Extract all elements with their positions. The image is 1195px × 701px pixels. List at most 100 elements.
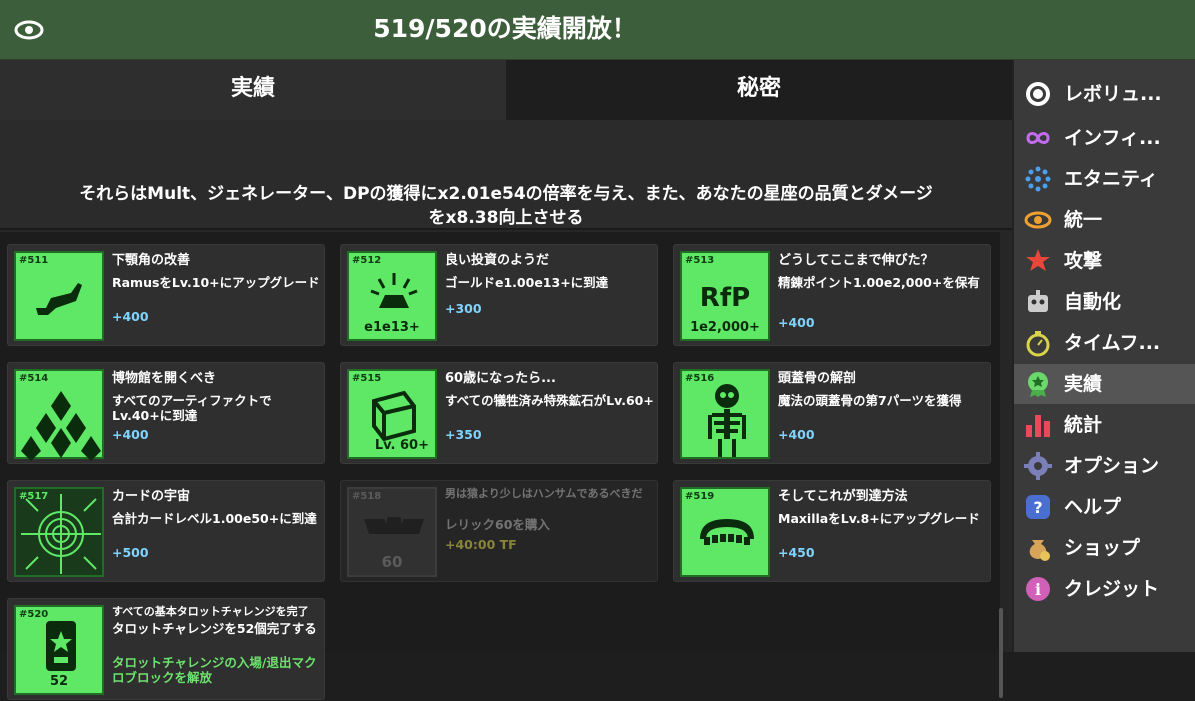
- achievement-card-518[interactable]: #518 60 男は猿より少しはハンサムであるべきだ レリック60を購入 +40…: [340, 480, 658, 582]
- achievement-card-517[interactable]: #517 カードの宇宙 合計カードレベル1.00e50+に到達 +500: [7, 480, 325, 582]
- card-reward: +350: [445, 427, 482, 442]
- sidebar-item-label: レボリュ...: [1064, 83, 1162, 105]
- achievement-card-520[interactable]: #520 52 すべての基本タロットチャレンジを完了 タロットチャレンジを52個…: [7, 598, 325, 700]
- achievement-card-511[interactable]: #511 下顎角の改善 RamusをLv.10+にアップグレード +400: [7, 244, 325, 346]
- card-reward: +300: [445, 301, 482, 316]
- main-panel: 実績 秘密 それらはMult、ジェネレーター、DPの獲得にx2.01e54の倍率…: [0, 60, 1012, 700]
- sidebar-item-unification[interactable]: 統一: [1014, 200, 1195, 240]
- sidebar-item-revolution[interactable]: レボリュ...: [1014, 74, 1195, 114]
- card-title: 良い投資のようだ: [445, 253, 550, 268]
- medal-icon: [1028, 372, 1048, 397]
- dots-ring-icon: [1025, 166, 1051, 192]
- card-description: 魔法の頭蓋骨の第7パーツを獲得: [778, 393, 962, 408]
- description-line-2: をx8.38向上させる: [428, 208, 584, 228]
- card-description: 精錬ポイント1.00e2,000+を保有: [778, 275, 980, 290]
- sidebar-item-label: クレジット: [1064, 578, 1160, 600]
- bar-chart-icon: [1026, 415, 1050, 437]
- sidebar-item-attack[interactable]: 攻撃: [1014, 241, 1195, 281]
- maxilla-icon: #519: [680, 487, 770, 577]
- sidebar-item-label: 実績: [1064, 373, 1103, 395]
- achievement-card-515[interactable]: #515 Lv. 60+ 60歳になったら... すべての犠牲済み特殊鉱石がLv…: [340, 362, 658, 464]
- sidebar-item-timeflux[interactable]: タイムフ...: [1014, 323, 1195, 363]
- svg-text:?: ?: [1033, 498, 1042, 517]
- bonus-description: それらはMult、ジェネレーター、DPの獲得にx2.01e54の倍率を与え、また…: [0, 120, 1012, 230]
- achievement-card-516[interactable]: #516 頭蓋骨の解剖 魔法の頭蓋骨の第7パーツを獲得 +400: [673, 362, 991, 464]
- ore-cube-icon: #515 Lv. 60+: [347, 369, 437, 459]
- swirl-icon: [1024, 211, 1052, 229]
- sidebar-item-label: 統計: [1064, 414, 1103, 436]
- card-reward: タロットチャレンジの入場/退出マクロブロックを解放: [112, 655, 317, 685]
- card-title: 60歳になったら...: [445, 371, 556, 386]
- page-title: 519/520の実績開放！: [373, 14, 637, 43]
- achievement-card-513[interactable]: #513 RfP 1e2,000+ どうしてここまで伸びた？ 精錬ポイント1.0…: [673, 244, 991, 346]
- achievement-card-519[interactable]: #519 そしてこれが到達方法 MaxillaをLv.8+にアップグレード +4…: [673, 480, 991, 582]
- card-description: タロットチャレンジを52個完了する: [112, 621, 317, 636]
- target-icon: [1026, 82, 1050, 106]
- card-description: 合計カードレベル1.00e50+に到達: [112, 511, 317, 526]
- rfp-icon: #513 RfP 1e2,000+: [680, 251, 770, 341]
- relic-icon: #518 60: [347, 487, 437, 577]
- infinity-icon: [1026, 132, 1050, 144]
- card-reward: +500: [112, 545, 149, 560]
- sidebar-item-label: 統一: [1064, 209, 1103, 231]
- card-title: そしてこれが到達方法: [778, 489, 908, 504]
- card-description: すべてのアーティファクトでLv.40+に到達: [112, 393, 272, 423]
- sidebar-item-label: 攻撃: [1064, 250, 1103, 272]
- achievement-grid: #511 下顎角の改善 RamusをLv.10+にアップグレード +400 #5…: [0, 232, 1003, 700]
- sidebar-item-label: 自動化: [1064, 291, 1122, 313]
- card-reward: +400: [112, 427, 149, 442]
- card-reward: +400: [112, 309, 149, 324]
- sidebar-item-label: インフィ...: [1064, 127, 1161, 149]
- card-title: すべての基本タロットチャレンジを完了: [112, 605, 309, 618]
- tab-bar: 実績 秘密: [0, 60, 1012, 120]
- sidebar-item-label: ショップ: [1064, 537, 1141, 559]
- sidebar-item-eternity[interactable]: エタニティ: [1014, 159, 1195, 199]
- card-title: カードの宇宙: [112, 489, 191, 504]
- info-icon: i: [1026, 577, 1050, 601]
- sidebar-item-credits[interactable]: i クレジット: [1014, 569, 1195, 609]
- card-title: 博物館を開くべき: [112, 371, 217, 386]
- card-universe-icon: #517: [14, 487, 104, 577]
- sidebar-item-infinity[interactable]: インフィ...: [1014, 118, 1195, 158]
- card-description: レリック60を購入: [445, 517, 550, 532]
- card-description: MaxillaをLv.8+にアップグレード: [778, 511, 980, 526]
- card-reward: +450: [778, 545, 815, 560]
- sidebar: レボリュ... インフィ... エタニティ 統一 攻撃 自動化 タイムフ... …: [1012, 60, 1195, 652]
- tab-secrets[interactable]: 秘密: [506, 60, 1012, 120]
- card-description: RamusをLv.10+にアップグレード: [112, 275, 320, 290]
- sidebar-item-statistics[interactable]: 統計: [1014, 405, 1195, 445]
- sidebar-item-label: エタニティ: [1064, 168, 1158, 190]
- tab-achievements[interactable]: 実績: [0, 60, 506, 120]
- card-reward: +40:00 TF: [445, 537, 517, 552]
- description-line-1: それらはMult、ジェネレーター、DPの獲得にx2.01e54の倍率を与え、また…: [79, 184, 933, 204]
- card-title: どうしてここまで伸びた？: [778, 253, 934, 268]
- pyramid-icon: #514: [14, 369, 104, 461]
- top-bar: 519/520の実績開放！: [0, 0, 1195, 60]
- question-icon: ?: [1026, 495, 1050, 519]
- tarot-icon: #520 52: [14, 605, 104, 695]
- sidebar-item-achievements[interactable]: 実績: [1014, 364, 1195, 404]
- sidebar-item-shop[interactable]: ショップ: [1014, 528, 1195, 568]
- achievement-card-514[interactable]: #514 博物館を開くべき すべてのアーティファクトでLv.40+に到達 +40…: [7, 362, 325, 464]
- sidebar-item-options[interactable]: オプション: [1014, 446, 1195, 486]
- card-title: 男は猿より少しはハンサムであるべきだ: [445, 487, 643, 500]
- skeleton-icon: #516: [680, 369, 770, 459]
- card-description: ゴールドe1.00e13+に到達: [445, 275, 609, 290]
- money-bag-icon: [1029, 540, 1050, 561]
- card-description: すべての犠牲済み特殊鉱石がLv.60+: [445, 393, 654, 408]
- card-reward: +400: [778, 315, 815, 330]
- scrollbar[interactable]: [999, 608, 1003, 698]
- stopwatch-icon: [1026, 331, 1050, 357]
- gold-bar-icon: #512 e1e13+: [347, 251, 437, 341]
- sidebar-item-help[interactable]: ? ヘルプ: [1014, 487, 1195, 527]
- card-title: 下顎角の改善: [112, 253, 191, 268]
- sidebar-item-label: ヘルプ: [1064, 496, 1122, 518]
- gear-icon: [1024, 452, 1052, 480]
- sidebar-item-label: オプション: [1064, 455, 1160, 477]
- card-reward: +400: [778, 427, 815, 442]
- sidebar-item-automation[interactable]: 自動化: [1014, 282, 1195, 322]
- card-title: 頭蓋骨の解剖: [778, 371, 857, 386]
- achievement-card-512[interactable]: #512 e1e13+ 良い投資のようだ ゴールドe1.00e13+に到達 +3…: [340, 244, 658, 346]
- jaw-icon: #511: [14, 251, 104, 341]
- robot-icon: [1028, 290, 1048, 312]
